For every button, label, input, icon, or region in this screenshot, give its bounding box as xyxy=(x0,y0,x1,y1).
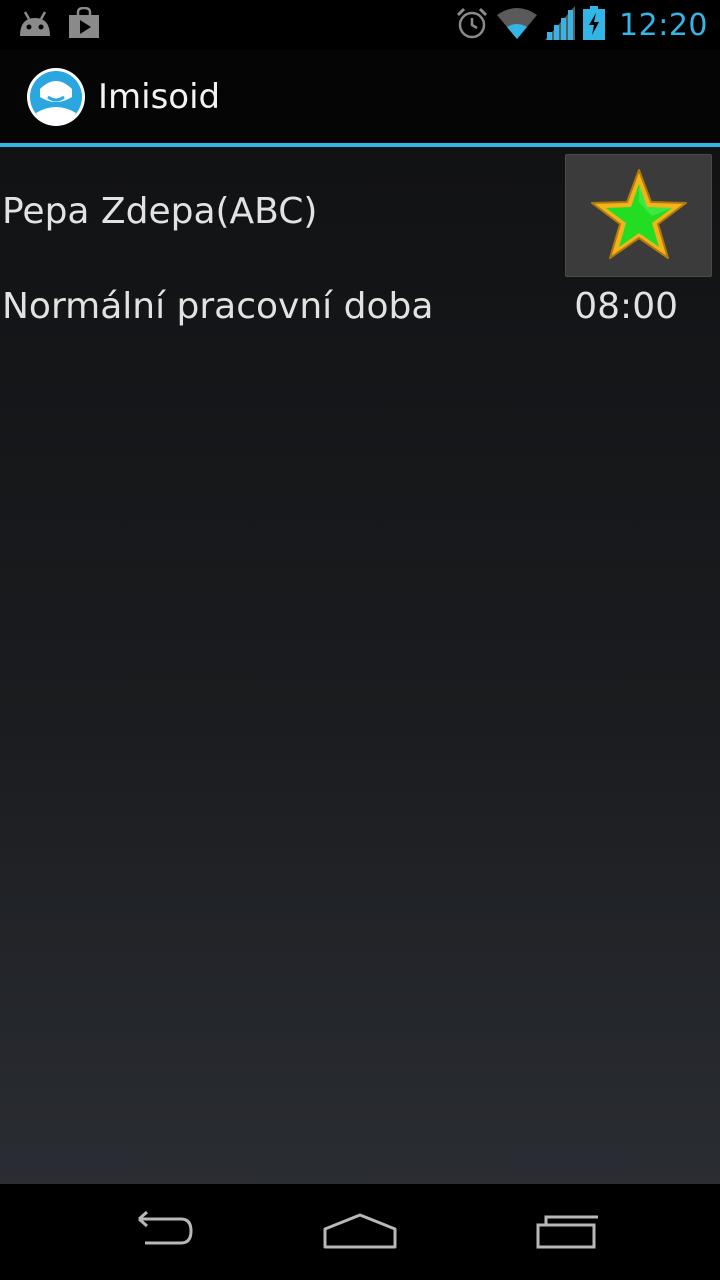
app-title: Imisoid xyxy=(98,76,221,117)
play-store-icon xyxy=(68,6,100,43)
back-button[interactable] xyxy=(115,1208,205,1258)
employee-name: Pepa Zdepa(ABC) xyxy=(2,191,318,232)
imisoid-app-icon[interactable] xyxy=(26,67,86,127)
recent-apps-icon xyxy=(526,1211,602,1255)
star-icon xyxy=(587,166,691,266)
wifi-icon xyxy=(497,7,538,43)
status-time: 12:20 xyxy=(619,7,708,43)
home-icon xyxy=(322,1211,398,1255)
employee-row: Pepa Zdepa(ABC) xyxy=(0,147,720,282)
alarm-icon xyxy=(455,6,489,44)
work-hours-value: 08:00 xyxy=(574,286,678,327)
work-hours-row: Normální pracovní doba 08:00 xyxy=(0,282,720,352)
status-bar: 12:20 xyxy=(0,0,720,50)
favorite-button[interactable] xyxy=(565,154,712,277)
main-content: Pepa Zdepa(ABC) Normální pracovní doba 0… xyxy=(0,147,720,1184)
status-bar-system: 12:20 xyxy=(455,4,708,46)
action-bar: Imisoid xyxy=(0,50,720,143)
battery-charging-icon xyxy=(583,6,606,44)
navigation-bar xyxy=(0,1184,720,1280)
work-type-label: Normální pracovní doba xyxy=(2,286,434,327)
recent-apps-button[interactable] xyxy=(517,1208,607,1258)
home-button[interactable] xyxy=(315,1208,405,1258)
back-icon xyxy=(125,1210,195,1255)
signal-icon xyxy=(545,6,576,44)
android-debug-icon xyxy=(16,8,54,42)
status-bar-notifications xyxy=(16,6,100,44)
